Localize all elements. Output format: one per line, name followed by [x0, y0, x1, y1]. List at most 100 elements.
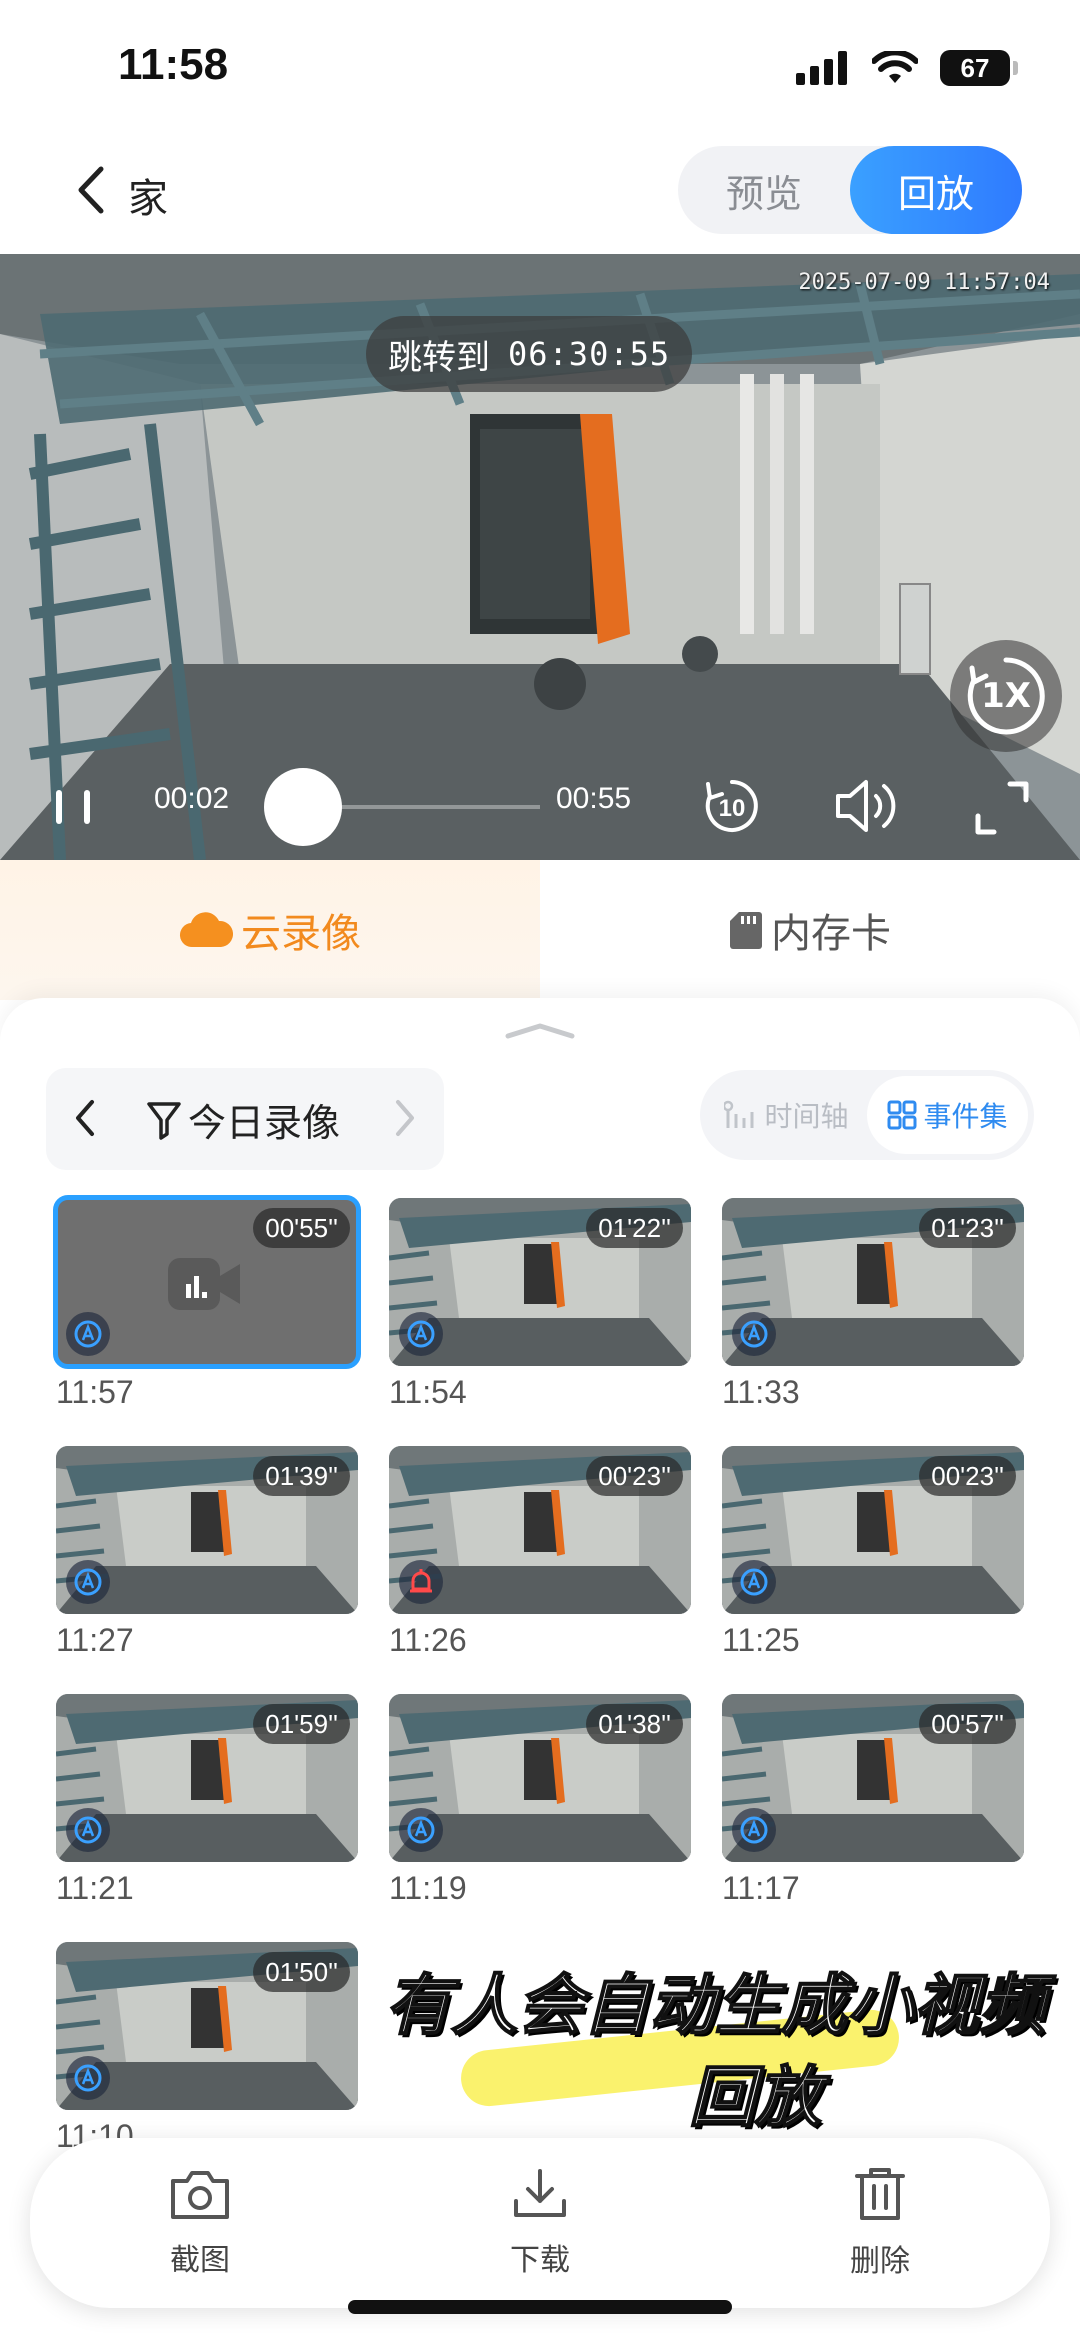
clip-thumbnail: 01'38'' [389, 1694, 691, 1862]
clip-thumbnail: 01'50'' [56, 1942, 358, 2110]
clip-card[interactable]: 01'50'' 11:10 [56, 1942, 358, 2155]
status-bar: 11:58 67 [0, 0, 1080, 130]
grid-icon [887, 1100, 917, 1130]
jump-to-label: 跳转到 [388, 337, 490, 378]
clip-thumbnail: 01'22'' [389, 1198, 691, 1366]
clip-duration: 01'39'' [253, 1456, 350, 1496]
download-label: 下载 [510, 2243, 570, 2278]
playback-tab[interactable]: 回放 [850, 146, 1022, 234]
filter-label: 今日录像 [188, 1101, 341, 1145]
pause-button[interactable] [44, 780, 104, 834]
timeline-view-button[interactable]: 时间轴 [706, 1076, 867, 1154]
clip-time: 11:57 [56, 1374, 134, 1410]
current-time: 00:02 [154, 782, 230, 815]
motion-event-icon [66, 1808, 110, 1852]
sheet-handle-icon[interactable] [504, 1020, 576, 1040]
rewind-10-icon: 10 [705, 780, 758, 832]
home-indicator[interactable] [348, 2300, 732, 2314]
video-placeholder-icon [168, 1258, 240, 1310]
mode-toggle: 预览 回放 [678, 146, 1022, 234]
events-view-button[interactable]: 事件集 [867, 1076, 1028, 1154]
storage-tabs: 云录像 内存卡 [0, 860, 1080, 1000]
motion-event-icon [66, 1560, 110, 1604]
clip-time: 11:54 [389, 1374, 467, 1410]
clip-card[interactable]: 00'23'' 11:26 [389, 1446, 691, 1659]
clip-time: 11:26 [389, 1622, 467, 1658]
clip-duration: 00'57'' [919, 1704, 1016, 1744]
clip-thumbnail: 00'23'' [722, 1446, 1024, 1614]
chevron-left-icon [76, 1100, 94, 1136]
motion-event-icon [66, 2056, 110, 2100]
tab-memory-card[interactable]: 内存卡 [540, 860, 1080, 1000]
clip-thumbnail: 01'59'' [56, 1694, 358, 1862]
clip-duration: 00'55'' [253, 1208, 350, 1248]
osd-timestamp: 2025-07-09 11:57:04 [798, 270, 1050, 295]
volume-button[interactable] [832, 774, 902, 838]
clip-duration: 00'23'' [586, 1456, 683, 1496]
video-player[interactable]: 2025-07-09 11:57:04 跳转到 06:30:55 1X 00:0… [0, 254, 1080, 860]
delete-button[interactable]: 删除 [780, 2166, 980, 2280]
jump-to-pill[interactable]: 跳转到 06:30:55 [366, 316, 693, 392]
battery-indicator: 67 [940, 50, 1018, 86]
cellular-signal-icon [796, 51, 847, 85]
sd-card-icon [730, 912, 762, 949]
back-button[interactable] [60, 160, 120, 220]
playback-speed-button[interactable]: 1X [950, 640, 1062, 752]
page-title: 家 [128, 176, 168, 222]
cloud-icon [180, 912, 233, 948]
motion-event-icon [732, 1808, 776, 1852]
clip-card[interactable]: 01'38'' 11:19 [389, 1694, 691, 1907]
clip-card[interactable]: 00'23'' 11:25 [722, 1446, 1024, 1659]
clip-card[interactable]: 01'39'' 11:27 [56, 1446, 358, 1659]
wifi-icon [872, 51, 918, 83]
motion-event-icon [399, 1312, 443, 1356]
header: 家 预览 回放 [0, 130, 1080, 254]
clip-thumbnail: 01'23'' [722, 1198, 1024, 1366]
clip-duration: 01'50'' [253, 1952, 350, 1992]
clip-duration: 01'23'' [919, 1208, 1016, 1248]
chevron-right-icon [396, 1100, 414, 1136]
overlay-caption: 有人会自动生成小视频 回放 [350, 1960, 1080, 2144]
pause-icon [56, 790, 90, 824]
progress-scrubber[interactable] [264, 768, 342, 846]
motion-event-icon [732, 1560, 776, 1604]
prev-day-button[interactable] [70, 1094, 100, 1146]
chevron-left-icon [78, 166, 104, 214]
filter-dropdown[interactable]: 今日录像 [146, 1092, 340, 1147]
speaker-icon [836, 780, 896, 832]
player-controls: 00:02 00:55 10 [0, 750, 1080, 860]
tab-memory-label: 内存卡 [771, 911, 891, 957]
clip-card[interactable]: 00'57'' 11:17 [722, 1694, 1024, 1907]
total-time: 00:55 [556, 782, 632, 815]
caption-line-2: 回放 [688, 2058, 822, 2137]
tab-cloud-recording[interactable]: 云录像 [0, 860, 540, 1000]
preview-tab[interactable]: 预览 [678, 146, 850, 234]
clip-thumbnail: 00'55'' [53, 1195, 361, 1369]
trash-icon [855, 2168, 905, 2220]
clip-time: 11:19 [389, 1870, 467, 1906]
clip-duration: 01'59'' [253, 1704, 350, 1744]
status-icons: 67 [796, 50, 1018, 86]
motion-event-icon [66, 1312, 110, 1356]
clip-card[interactable]: 01'22'' 11:54 [389, 1198, 691, 1411]
rewind-seconds: 10 [719, 795, 746, 822]
download-button[interactable]: 下载 [440, 2167, 640, 2279]
download-icon [514, 2169, 566, 2217]
speed-label: 1X [981, 676, 1031, 716]
screenshot-button[interactable]: 截图 [100, 2167, 300, 2279]
caption-line-1: 有人会自动生成小视频 [384, 1966, 1046, 2045]
next-day-button[interactable] [390, 1094, 420, 1146]
clip-thumbnail: 00'57'' [722, 1694, 1024, 1862]
view-toggle: 时间轴 事件集 [700, 1070, 1034, 1160]
clip-time: 11:27 [56, 1622, 134, 1658]
clip-duration: 01'38'' [586, 1704, 683, 1744]
camera-icon [171, 2171, 229, 2219]
tab-cloud-label: 云录像 [241, 911, 361, 957]
clip-time: 11:25 [722, 1622, 800, 1658]
fullscreen-button[interactable] [970, 776, 1034, 840]
clip-time: 11:33 [722, 1374, 800, 1410]
rewind-10-button[interactable]: 10 [700, 774, 764, 838]
clip-card[interactable]: 01'23'' 11:33 [722, 1198, 1024, 1411]
clip-card[interactable]: 01'59'' 11:21 [56, 1694, 358, 1907]
clip-card[interactable]: 00'55'' 11:57 [53, 1195, 361, 1411]
